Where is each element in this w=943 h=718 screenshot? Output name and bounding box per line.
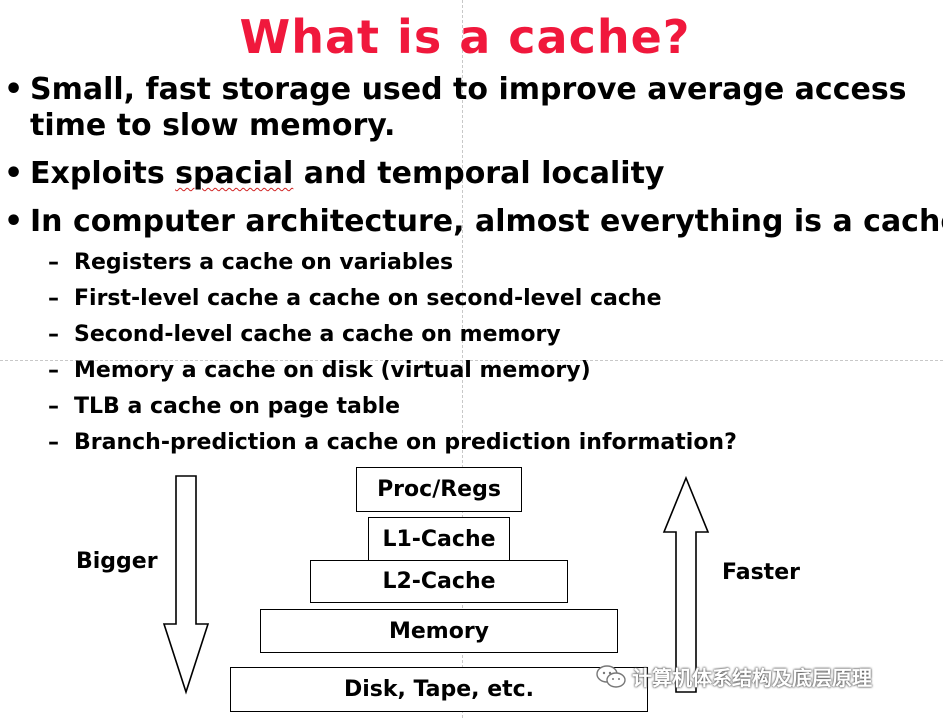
sub-bullet-dash: – — [48, 394, 59, 419]
sub-bullet-dash: – — [48, 430, 59, 455]
bigger-label: Bigger — [76, 549, 158, 574]
bullet-dot: • — [4, 72, 24, 107]
sub-bullet-5: TLB a cache on page table — [74, 394, 401, 419]
bullet-2-before: Exploits — [30, 156, 176, 191]
sub-bullet-4: Memory a cache on disk (virtual memory) — [74, 358, 591, 383]
arrow-down-icon — [162, 475, 210, 695]
bullet-dot: • — [4, 204, 24, 239]
watermark: 计算机体系结构及底层原理 — [596, 662, 872, 691]
sub-bullet-dash: – — [48, 322, 59, 347]
level-disk-tape: Disk, Tape, etc. — [230, 667, 648, 712]
faster-label: Faster — [722, 560, 800, 585]
wechat-icon — [596, 664, 626, 688]
bullet-1-line-2: time to slow memory. — [30, 108, 396, 143]
bullet-2-after: and temporal locality — [293, 156, 665, 191]
level-memory: Memory — [260, 609, 618, 653]
watermark-text: 计算机体系结构及底层原理 — [632, 666, 872, 690]
sub-bullet-6: Branch-prediction a cache on prediction … — [74, 430, 737, 455]
sub-bullet-2: First-level cache a cache on second-leve… — [74, 286, 662, 311]
level-proc-regs: Proc/Regs — [356, 467, 522, 512]
level-l2-cache: L2-Cache — [310, 560, 568, 603]
sub-bullet-dash: – — [48, 286, 59, 311]
slide-title: What is a cache? — [239, 10, 691, 64]
bullet-3: In computer architecture, almost everyth… — [30, 204, 943, 239]
sub-bullet-dash: – — [48, 358, 59, 383]
bullet-2-underlined-word: spacial — [175, 156, 294, 191]
bullet-1-line-1: Small, fast storage used to improve aver… — [30, 72, 907, 107]
bullet-2: Exploits spacial and temporal locality — [30, 156, 664, 192]
sub-bullet-1: Registers a cache on variables — [74, 250, 454, 275]
sub-bullet-dash: – — [48, 250, 59, 275]
sub-bullet-3: Second-level cache a cache on memory — [74, 322, 561, 347]
bullet-dot: • — [4, 156, 24, 191]
level-l1-cache: L1-Cache — [368, 517, 510, 562]
